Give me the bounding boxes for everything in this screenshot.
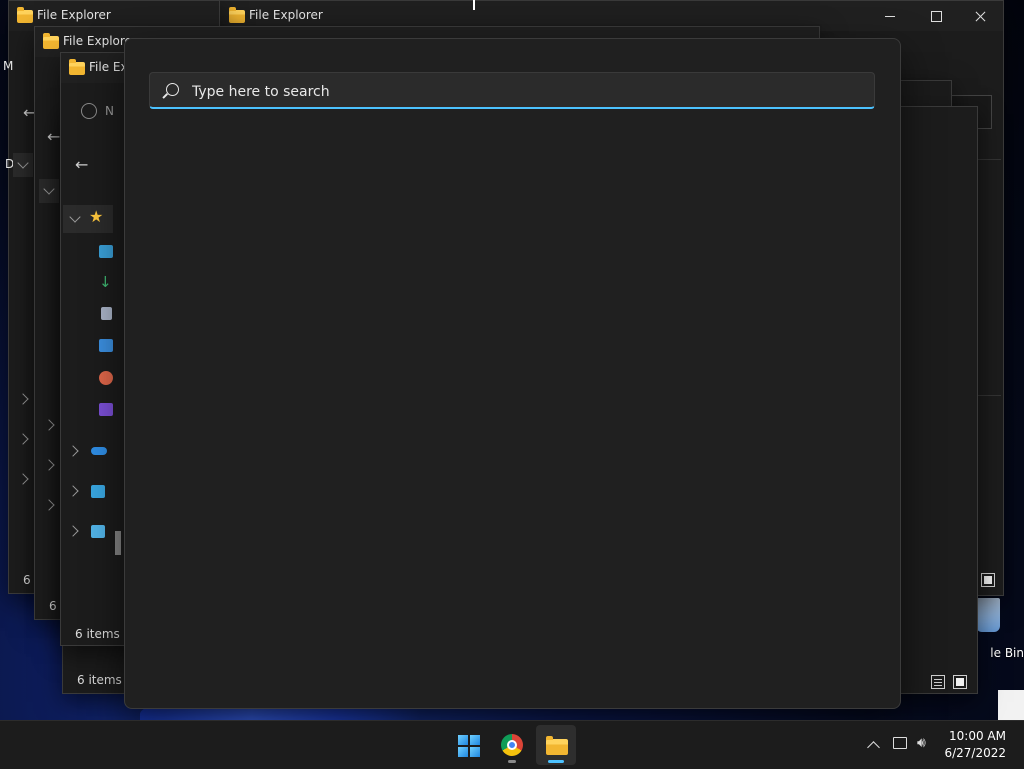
search-box[interactable] [149,72,875,109]
back-arrow-icon[interactable]: ← [47,127,60,146]
folder-icon [43,33,59,49]
taskbar: 🔊︎ 10:00 AM 6/27/2022 [0,720,1024,769]
downloads-icon: ↓ [99,273,112,291]
minimize-button[interactable] [867,1,913,31]
documents-icon [101,307,112,320]
window-title: File Explorer [37,8,111,22]
chevron-right-icon[interactable] [67,485,79,497]
new-button-label: N [105,104,114,118]
videos-icon [99,403,113,416]
offscreen-window-edge [998,690,1024,720]
chevron-right-icon [43,459,55,471]
status-item-count: 6 items [75,627,120,641]
star-icon: ★ [89,207,104,226]
folder-icon [17,7,33,23]
windows-logo-icon [458,735,480,757]
menu-label-partial: M [3,59,14,73]
status-item-count: 6 items [77,673,122,687]
chevron-right-icon [43,419,55,431]
this-pc-icon [91,485,105,498]
music-icon [99,371,113,385]
large-icons-view-icon[interactable] [981,573,995,587]
new-button-icon[interactable] [81,103,97,119]
chrome-icon [501,734,523,756]
chevron-right-icon[interactable] [67,445,79,457]
maximize-button[interactable] [913,1,959,31]
clock-time[interactable]: 10:00 AM [930,729,1006,743]
pictures-icon [99,339,113,352]
onedrive-icon [91,447,107,455]
window-title: File Explorer [249,8,323,22]
folder-icon [546,736,568,755]
network-icon [91,525,105,538]
chevron-right-icon [17,433,29,445]
mouse-cursor [473,0,475,10]
active-indicator [548,760,564,763]
search-input[interactable] [190,80,854,104]
chevron-up-icon[interactable] [866,741,882,755]
chevron-right-icon [17,473,29,485]
running-indicator [508,760,516,763]
close-button[interactable] [957,1,1003,31]
folder-icon [229,7,245,23]
file-explorer-taskbar-button[interactable] [536,725,576,765]
back-arrow-icon[interactable]: ← [75,155,88,174]
chrome-taskbar-button[interactable] [492,725,532,765]
chevron-right-icon[interactable] [67,525,79,537]
start-button[interactable] [448,725,488,765]
search-icon [166,83,179,96]
clock-date[interactable]: 6/27/2022 [930,746,1006,760]
view-toggle[interactable] [931,675,971,691]
desktop-icon [99,245,113,258]
details-view-icon[interactable] [931,675,945,689]
large-icons-view-icon[interactable] [953,675,967,689]
folder-icon [69,59,85,75]
search-flyout [124,38,901,709]
recycle-bin-icon [976,598,1000,632]
chevron-right-icon [17,393,29,405]
network-icon[interactable] [893,737,907,749]
chevron-right-icon [43,499,55,511]
scrollbar-thumb[interactable] [115,531,121,555]
